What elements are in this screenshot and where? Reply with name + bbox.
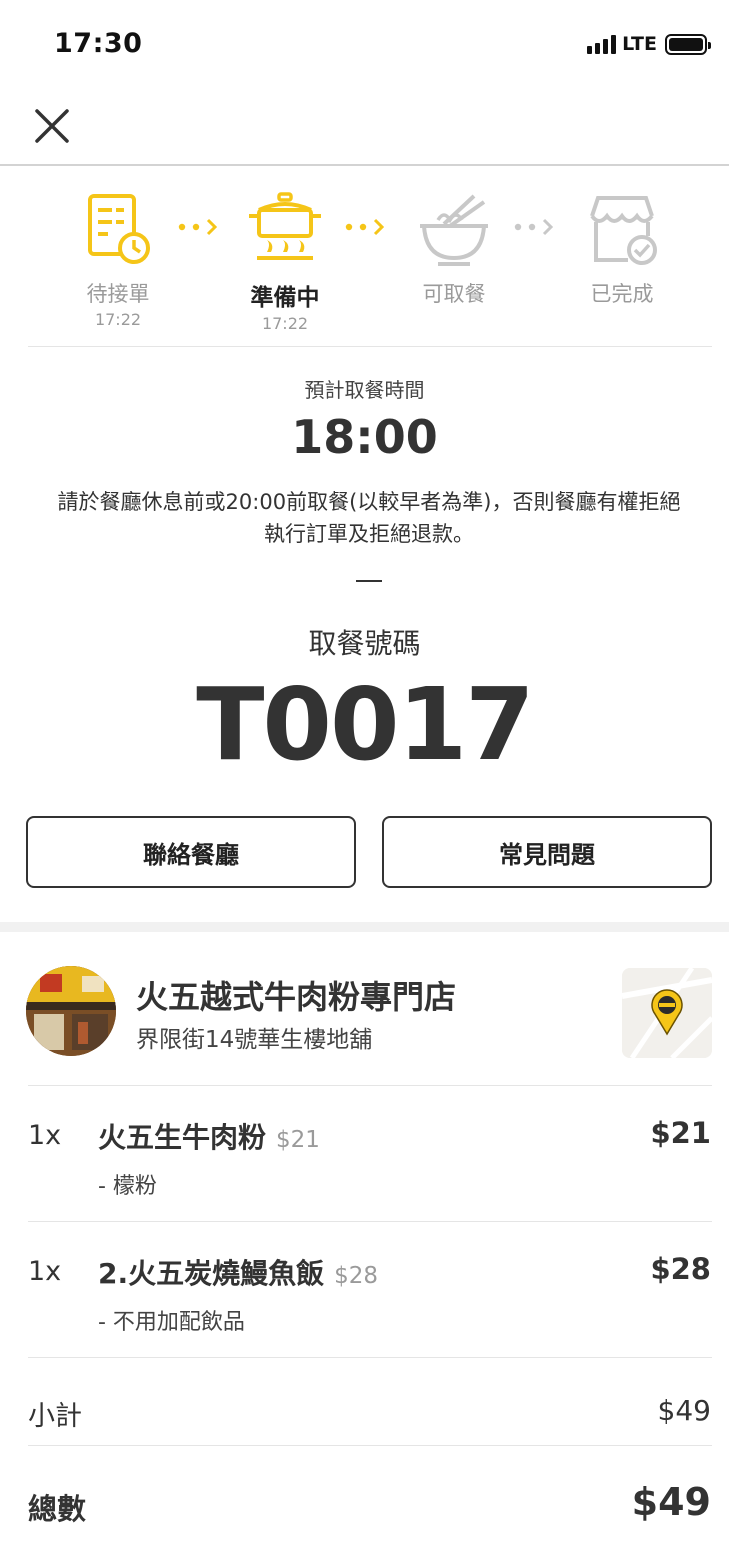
header-divider xyxy=(0,164,729,166)
step-preparing: 準備中 17:22 xyxy=(225,190,345,333)
pickup-code: T0017 xyxy=(196,666,535,783)
step-label: 已完成 xyxy=(590,282,654,306)
item-option: - 檬粉 xyxy=(98,1174,157,1199)
pickup-time: 18:00 xyxy=(291,410,438,464)
status-bar: 17:30 LTE xyxy=(0,0,729,90)
step-label: 可取餐 xyxy=(422,282,486,306)
step-label: 準備中 xyxy=(250,285,320,311)
noodle-bowl-icon xyxy=(420,194,488,266)
order-item: 1x 火五生牛肉粉 $21 - 檬粉 $21 xyxy=(0,1100,729,1220)
status-time: 17:30 xyxy=(54,28,143,59)
item-price: $21 xyxy=(650,1116,711,1150)
step-time: 17:22 xyxy=(94,310,142,329)
notice-line: 請於餐廳休息前或20:00前取餐(以較早者為準)，否則餐廳有權拒絕 xyxy=(57,490,681,514)
signal-icon xyxy=(587,34,617,54)
total-value: $49 xyxy=(631,1480,711,1524)
item-price: $28 xyxy=(650,1252,711,1286)
restaurant-name: 火五越式牛肉粉專門店 xyxy=(136,978,457,1016)
pickup-notice: 請於餐廳休息前或20:00前取餐(以較早者為準)，否則餐廳有權拒絕 執行訂單及拒… xyxy=(24,486,714,550)
order-clock-icon xyxy=(88,194,150,264)
cooking-pot-icon xyxy=(249,192,321,260)
map-pin-icon xyxy=(622,968,712,1058)
divider xyxy=(28,1445,712,1446)
pickup-code-caption: 取餐號碼 xyxy=(308,627,421,660)
storefront-photo-icon xyxy=(26,966,116,1056)
divider xyxy=(28,346,712,347)
subtotal-label: 小計 xyxy=(28,1401,82,1432)
close-button[interactable] xyxy=(30,104,74,148)
map-thumbnail[interactable] xyxy=(622,968,712,1058)
dots-arrow-icon xyxy=(345,218,385,236)
dots-arrow-icon xyxy=(178,218,218,236)
store-check-icon xyxy=(590,196,657,265)
restaurant-info: 火五越式牛肉粉專門店 界限街14號華生樓地舖 xyxy=(0,958,729,1068)
item-name: 2.火五炭燒鰻魚飯 xyxy=(98,1257,325,1290)
item-option: - 不用加配飲品 xyxy=(98,1310,245,1335)
total-label: 總數 xyxy=(28,1492,87,1526)
item-name-line: 火五生牛肉粉 $21 xyxy=(98,1116,320,1156)
divider xyxy=(28,1221,712,1222)
section-separator xyxy=(0,922,729,932)
step-label: 待接單 xyxy=(86,282,150,306)
status-indicators: LTE xyxy=(587,33,711,55)
divider xyxy=(28,1085,712,1086)
step-completed: 已完成 xyxy=(562,190,682,310)
divider xyxy=(28,1357,712,1358)
battery-icon xyxy=(665,33,711,55)
notice-line: 執行訂單及拒絕退款。 xyxy=(264,522,474,546)
item-name-line: 2.火五炭燒鰻魚飯 $28 xyxy=(98,1252,378,1292)
close-icon xyxy=(35,109,69,143)
contact-restaurant-button[interactable]: 聯絡餐廳 xyxy=(26,816,356,888)
item-quantity: 1x xyxy=(28,1256,62,1287)
item-unit-price: $28 xyxy=(334,1263,379,1289)
restaurant-address: 界限街14號華生樓地舖 xyxy=(136,1027,373,1053)
step-ready: 可取餐 xyxy=(394,190,514,310)
step-pending-order: 待接單 17:22 xyxy=(58,190,178,329)
subtotal-value: $49 xyxy=(657,1394,711,1427)
faq-button[interactable]: 常見問題 xyxy=(382,816,712,888)
pickup-time-caption: 預計取餐時間 xyxy=(304,378,425,402)
order-progress: 待接單 17:22 準備中 17:22 可取餐 已完成 xyxy=(28,190,708,333)
item-name: 火五生牛肉粉 xyxy=(98,1121,267,1154)
dots-arrow-icon xyxy=(514,218,554,236)
restaurant-avatar xyxy=(26,966,116,1056)
separator-dash xyxy=(356,580,382,582)
order-item: 1x 2.火五炭燒鰻魚飯 $28 - 不用加配飲品 $28 xyxy=(0,1236,729,1356)
network-type: LTE xyxy=(622,33,657,55)
step-time: 17:22 xyxy=(261,314,309,333)
item-quantity: 1x xyxy=(28,1120,62,1151)
item-unit-price: $21 xyxy=(276,1127,320,1153)
